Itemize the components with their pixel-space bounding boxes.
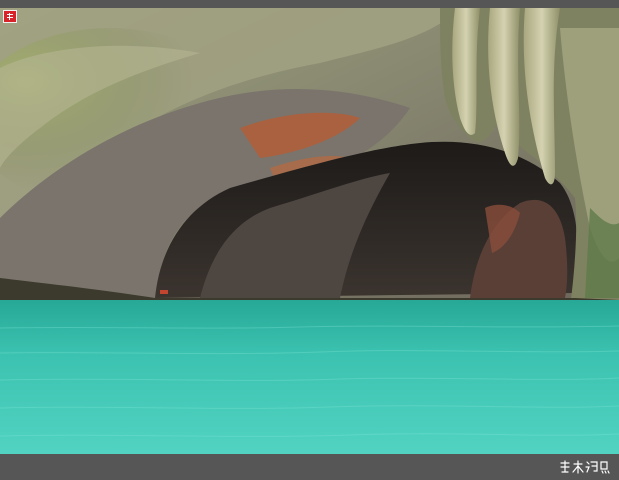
watermark-signature: [559, 460, 611, 474]
turquoise-water: [0, 300, 619, 454]
distant-boat: [160, 290, 168, 294]
artist-seal: [3, 10, 17, 23]
photo-frame: [0, 0, 619, 480]
signature-glyphs: [560, 460, 610, 474]
cave-photo: [0, 8, 619, 454]
cave-scene: [0, 8, 619, 454]
